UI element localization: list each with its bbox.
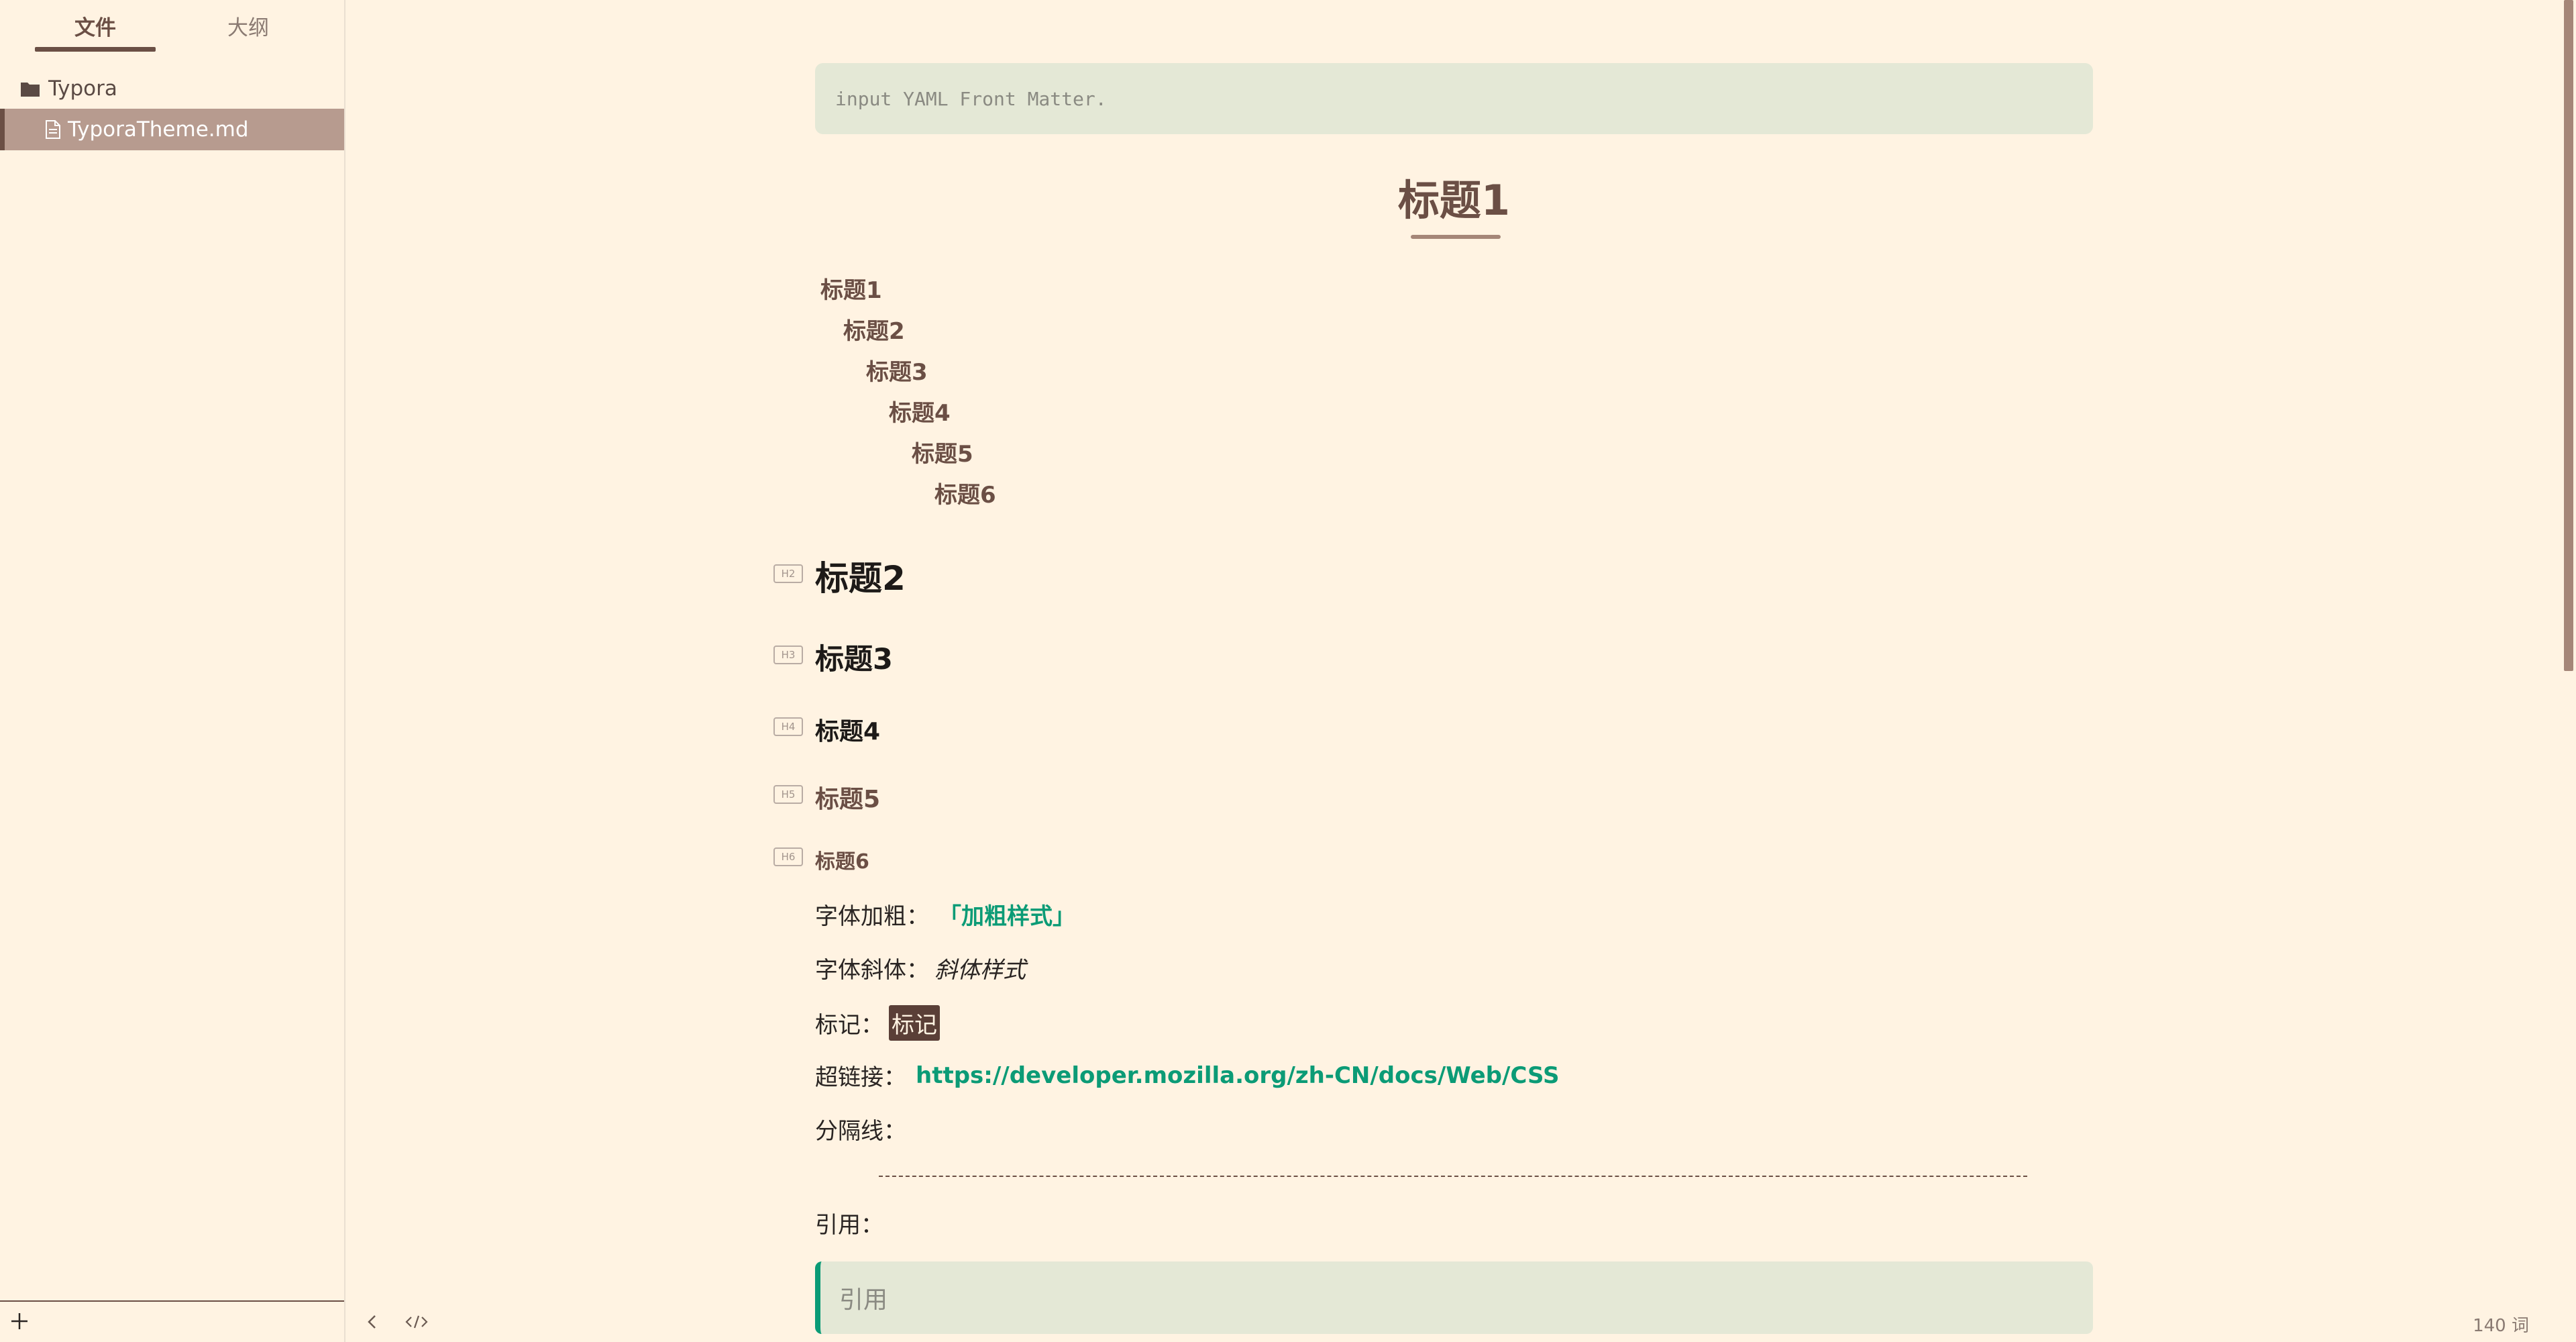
toc-item-3[interactable]: 标题3: [866, 354, 928, 386]
heading-tag-h6[interactable]: H6: [773, 847, 803, 866]
heading-5[interactable]: H5 标题5: [773, 780, 881, 815]
toc-item-6[interactable]: 标题6: [934, 476, 996, 509]
paragraph-bold[interactable]: 字体加粗： 「加粗样式」: [815, 898, 1075, 931]
toc-item-2[interactable]: 标题2: [843, 313, 905, 346]
heading-1-underline: [1411, 235, 1501, 239]
toc-item-4[interactable]: 标题4: [889, 395, 951, 427]
bold-text: 「加粗样式」: [938, 903, 1075, 930]
sidebar-tabs: 文件 大纲: [0, 0, 345, 54]
heading-4[interactable]: H4 标题4: [773, 712, 881, 747]
status-bar-left: [345, 1308, 430, 1335]
file-icon: [45, 119, 61, 140]
sidebar-footer: [0, 1300, 344, 1342]
file-item-typoratheme[interactable]: TyporaTheme.md: [0, 109, 344, 150]
heading-4-text: 标题4: [815, 718, 881, 745]
bold-label: 字体加粗：: [815, 903, 929, 930]
yaml-front-matter[interactable]: input YAML Front Matter.: [815, 63, 2093, 134]
blockquote[interactable]: 引用: [815, 1261, 2093, 1334]
active-tab-indicator: [35, 47, 156, 52]
tab-outline[interactable]: 大纲: [188, 11, 309, 41]
toc-item-5[interactable]: 标题5: [912, 435, 973, 468]
heading-3[interactable]: H3 标题3: [773, 636, 893, 678]
heading-tag-h3[interactable]: H3: [773, 646, 803, 664]
italic-text: 斜体样式: [934, 957, 1026, 984]
heading-tag-h4[interactable]: H4: [773, 717, 803, 736]
heading-tag-h2[interactable]: H2: [773, 564, 803, 583]
heading-6[interactable]: H6 标题6: [773, 845, 869, 874]
word-count[interactable]: 140 词: [2473, 1312, 2529, 1337]
folder-label: Typora: [48, 76, 117, 101]
toc-item-1[interactable]: 标题1: [820, 272, 882, 305]
scrollbar-thumb[interactable]: [2564, 0, 2573, 671]
source-code-icon[interactable]: [403, 1308, 430, 1335]
mark-text: 标记: [889, 1005, 940, 1041]
paragraph-hr-label[interactable]: 分隔线：: [815, 1113, 906, 1145]
quote-label: 引用：: [815, 1212, 883, 1239]
paragraph-quote-label[interactable]: 引用：: [815, 1206, 883, 1239]
paragraph-italic[interactable]: 字体斜体： 斜体样式: [815, 951, 1026, 984]
paragraph-mark[interactable]: 标记： 标记: [815, 1005, 940, 1041]
editor-area: input YAML Front Matter. 标题1 标题1 标题2 标题3…: [345, 0, 2576, 1342]
link-label: 超链接：: [815, 1064, 906, 1091]
heading-3-text: 标题3: [815, 643, 893, 676]
heading-1[interactable]: 标题1: [815, 166, 2093, 227]
sidebar: 文件 大纲 Typora TyporaTheme.md: [0, 0, 345, 1342]
tab-files[interactable]: 文件: [35, 11, 156, 41]
heading-2-text: 标题2: [815, 559, 906, 598]
file-label: TyporaTheme.md: [68, 117, 249, 142]
horizontal-rule: [879, 1176, 2027, 1177]
scrollbar[interactable]: [2561, 0, 2576, 1342]
hyperlink[interactable]: https://developer.mozilla.org/zh-CN/docs…: [916, 1062, 1559, 1089]
heading-tag-h5[interactable]: H5: [773, 785, 803, 804]
paragraph-link[interactable]: 超链接： https://developer.mozilla.org/zh-CN…: [815, 1059, 1559, 1092]
folder-icon: [20, 80, 40, 97]
folder-item-typora[interactable]: Typora: [20, 75, 117, 102]
heading-5-text: 标题5: [815, 786, 881, 813]
mark-label: 标记：: [815, 1012, 883, 1039]
chevron-left-icon[interactable]: [359, 1308, 386, 1335]
hr-label: 分隔线：: [815, 1118, 906, 1145]
heading-6-text: 标题6: [815, 850, 869, 874]
heading-2[interactable]: H2 标题2: [773, 552, 906, 600]
add-icon[interactable]: [9, 1311, 30, 1331]
italic-label: 字体斜体：: [815, 957, 929, 984]
